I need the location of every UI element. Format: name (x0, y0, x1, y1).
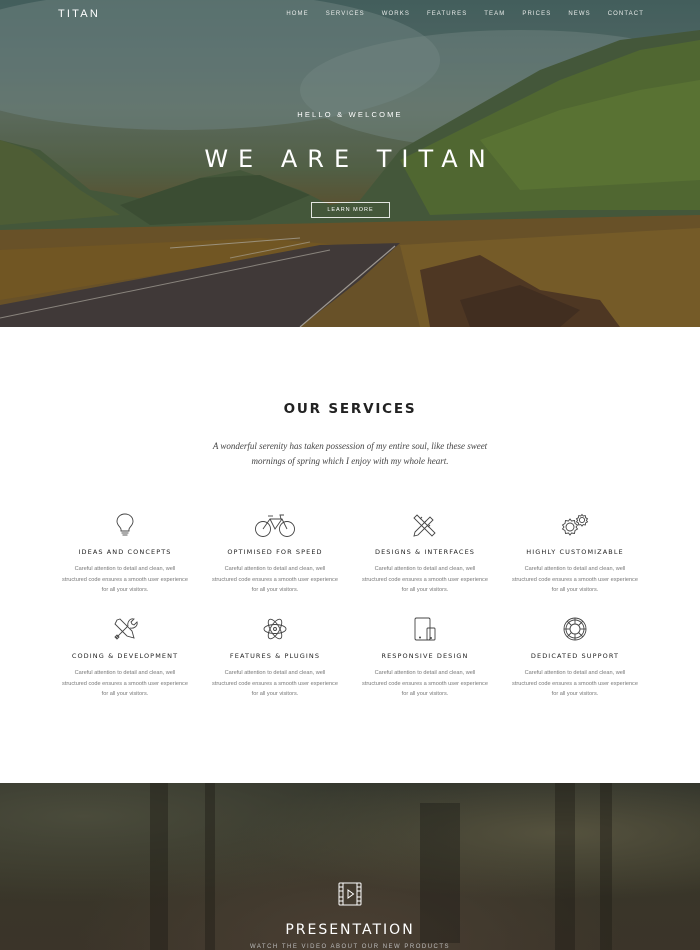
devices-icon (350, 616, 500, 642)
service-description: Careful attention to detail and clean, w… (362, 566, 488, 594)
nav-link-team[interactable]: TEAM (484, 11, 505, 17)
service-title: FEATURES & PLUGINS (229, 652, 321, 660)
tools-icon (50, 616, 200, 642)
service-title: DEDICATED SUPPORT (530, 652, 620, 660)
nav-link-news[interactable]: NEWS (568, 11, 590, 17)
service-description: Careful attention to detail and clean, w… (212, 670, 338, 698)
service-description: Careful attention to detail and clean, w… (62, 566, 188, 594)
hero-section: TITAN HOME SERVICES WORKS FEATURES TEAM … (0, 0, 700, 327)
service-card: FEATURES & PLUGINS Careful attention to … (200, 616, 350, 700)
bicycle-icon (200, 512, 350, 538)
service-card: IDEAS AND CONCEPTS Careful attention to … (50, 512, 200, 596)
nav-link-services[interactable]: SERVICES (326, 11, 365, 17)
services-title: OUR SERVICES (283, 401, 417, 417)
presentation-section: PRESENTATION WATCH THE VIDEO ABOUT OUR N… (0, 783, 700, 950)
presentation-subtitle: WATCH THE VIDEO ABOUT OUR NEW PRODUCTS (249, 944, 451, 950)
video-play-icon[interactable] (338, 882, 362, 906)
service-description: Careful attention to detail and clean, w… (212, 566, 338, 594)
service-card: RESPONSIVE DESIGN Careful attention to d… (350, 616, 500, 700)
service-card: HIGHLY CUSTOMIZABLE Careful attention to… (500, 512, 650, 596)
atom-icon (200, 616, 350, 642)
lifebuoy-icon (500, 616, 650, 642)
service-title: OPTIMISED FOR SPEED (227, 548, 323, 556)
service-card: DESIGNS & INTERFACES Careful attention t… (350, 512, 500, 596)
service-title: DESIGNS & INTERFACES (375, 548, 475, 556)
service-description: Careful attention to detail and clean, w… (512, 566, 638, 594)
learn-more-button[interactable]: LEARN MORE (311, 202, 390, 218)
service-description: Careful attention to detail and clean, w… (62, 670, 188, 698)
nav-link-features[interactable]: FEATURES (427, 11, 467, 17)
nav-link-prices[interactable]: PRICES (522, 11, 551, 17)
gears-icon (500, 512, 650, 538)
services-intro: A wonderful serenity has taken possessio… (212, 441, 488, 466)
brand-logo[interactable]: TITAN (58, 8, 100, 20)
service-description: Careful attention to detail and clean, w… (512, 670, 638, 698)
service-title: CODING & DEVELOPMENT (71, 652, 179, 660)
service-card: DEDICATED SUPPORT Careful attention to d… (500, 616, 650, 700)
hero-eyebrow: HELLO & WELCOME (297, 110, 403, 119)
nav-link-contact[interactable]: CONTACT (608, 11, 644, 17)
service-title: RESPONSIVE DESIGN (381, 652, 469, 660)
service-title: IDEAS AND CONCEPTS (78, 548, 172, 556)
pencil-ruler-icon (350, 512, 500, 538)
service-card: CODING & DEVELOPMENT Careful attention t… (50, 616, 200, 700)
service-description: Careful attention to detail and clean, w… (362, 670, 488, 698)
nav-link-home[interactable]: HOME (286, 11, 308, 17)
service-title: HIGHLY CUSTOMIZABLE (526, 548, 624, 556)
service-card: OPTIMISED FOR SPEED Careful attention to… (200, 512, 350, 596)
nav-link-works[interactable]: WORKS (382, 11, 410, 17)
presentation-title: PRESENTATION (285, 922, 415, 938)
nav-menu: HOME SERVICES WORKS FEATURES TEAM PRICES… (269, 11, 644, 17)
lightbulb-icon (50, 512, 200, 538)
top-navbar: TITAN HOME SERVICES WORKS FEATURES TEAM … (0, 0, 700, 30)
hero-title: WE ARE TITAN (204, 145, 496, 173)
